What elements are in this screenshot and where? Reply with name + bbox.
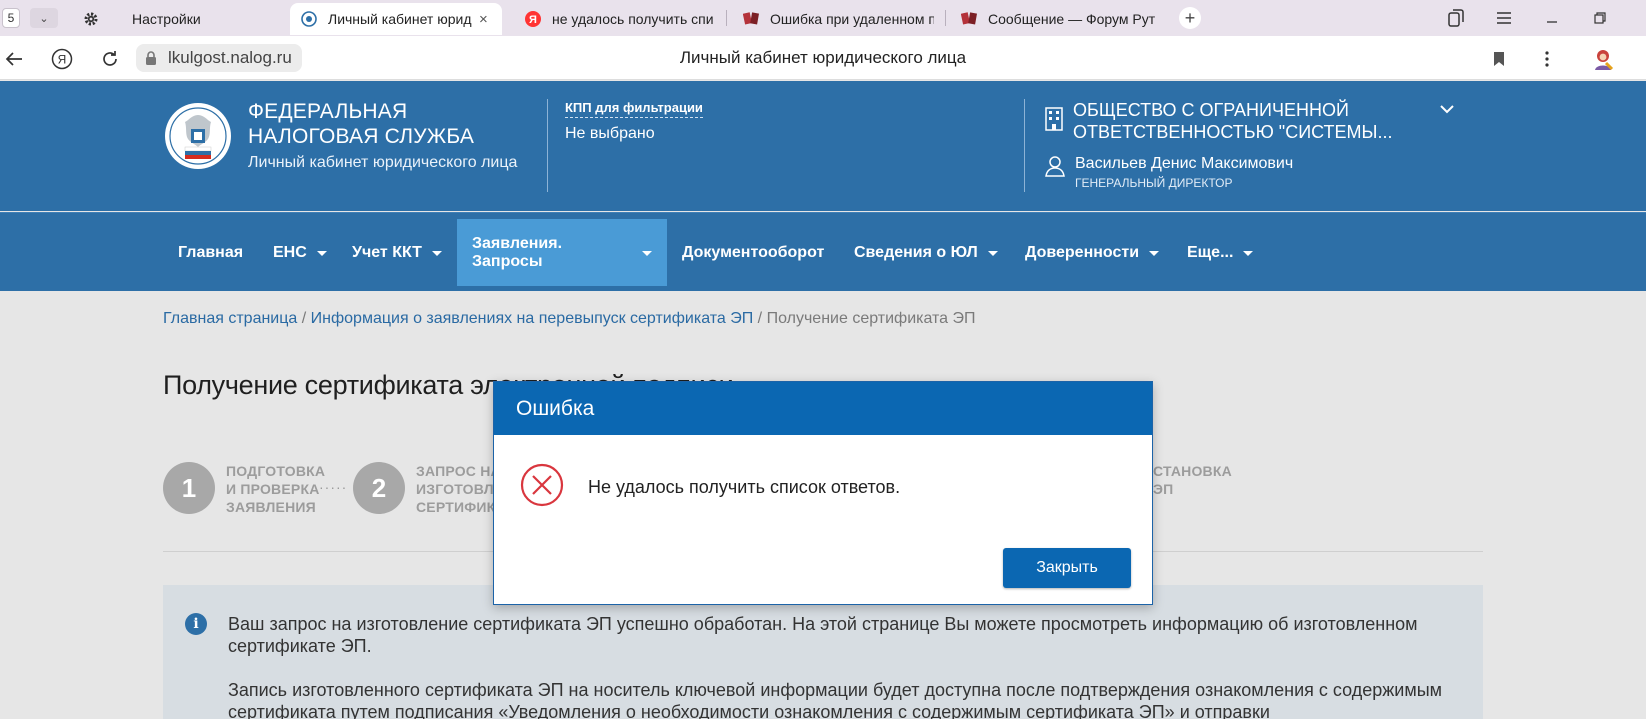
yandex-favicon-icon: Я	[524, 10, 542, 28]
tab-label: Сообщение — Форум Рут	[988, 11, 1156, 27]
kpp-filter-value[interactable]: Не выбрано	[565, 125, 655, 143]
restore-window-icon[interactable]	[1587, 6, 1613, 30]
nav-item-label: Сведения о ЮЛ	[854, 243, 978, 261]
tab-separator	[726, 10, 727, 26]
tab-lk-ul[interactable]: Личный кабинет юрид ×	[290, 3, 502, 35]
fns-title-line2: НАЛОГОВАЯ СЛУЖБА	[248, 125, 475, 148]
menu-hamburger-icon[interactable]	[1491, 6, 1517, 30]
more-vertical-icon[interactable]	[1535, 47, 1559, 71]
nav-item-more[interactable]: Еще...	[1172, 219, 1268, 286]
caret-down-icon	[642, 250, 652, 256]
bookmark-icon[interactable]	[1487, 47, 1511, 71]
forum-favicon-icon	[742, 10, 760, 28]
minimize-icon[interactable]	[1539, 6, 1565, 30]
nav-item-label: Главная	[178, 243, 244, 261]
nav-item-label: Учет ККТ	[352, 243, 422, 261]
error-x-circle-icon	[520, 463, 564, 507]
kpp-filter-label[interactable]: КПП для фильтрации	[565, 100, 703, 118]
org-name-line1: ОБЩЕСТВО С ОГРАНИЧЕННОЙ	[1073, 100, 1349, 120]
nav-item-docflow[interactable]: Документооборот	[667, 219, 839, 286]
nav-item-label: Документооборот	[682, 243, 825, 261]
nav-item-home[interactable]: Главная	[163, 219, 258, 286]
header-divider	[1024, 99, 1025, 192]
page-title-text: Личный кабинет юридического лица	[679, 48, 967, 67]
url-field[interactable]: lkulgost.nalog.ru	[136, 44, 302, 72]
nav-item-label: ЕНС	[273, 243, 307, 261]
caret-down-icon	[1243, 250, 1254, 256]
caret-down-icon	[431, 250, 442, 256]
tab-forum[interactable]: Сообщение — Форум Рут	[950, 3, 1162, 35]
main-navigation: Главная ЕНС Учет ККТ Заявления. Запросы …	[0, 212, 1646, 291]
collections-icon[interactable]	[1443, 6, 1469, 30]
tab-list-chevron-icon[interactable]: ⌄	[30, 8, 58, 28]
nav-item-label: Заявления. Запросы	[472, 234, 563, 270]
nav-item-kkt[interactable]: Учет ККТ	[337, 219, 457, 286]
svg-text:Я: Я	[58, 53, 67, 67]
error-dialog: Ошибка Не удалось получить список ответо…	[493, 381, 1153, 605]
reload-icon[interactable]	[98, 47, 122, 71]
error-dialog-header: Ошибка	[494, 382, 1152, 435]
caret-down-icon	[1149, 250, 1160, 256]
fns-subtitle: Личный кабинет юридического лица	[248, 154, 518, 171]
fns-emblem-icon[interactable]	[163, 101, 233, 171]
nav-item-power-of-attorney[interactable]: Доверенности	[1010, 219, 1174, 286]
fns-favicon-icon	[300, 10, 318, 28]
yandex-home-icon[interactable]: Я	[50, 47, 74, 71]
tab-label: Личный кабинет юрид	[328, 11, 472, 27]
fns-title[interactable]: ФЕДЕРАЛЬНАЯ НАЛОГОВАЯ СЛУЖБА	[248, 99, 474, 149]
profile-avatar-icon[interactable]	[1588, 47, 1618, 71]
caret-down-icon	[987, 250, 998, 256]
tab-label: Ошибка при удаленном п	[770, 11, 934, 27]
user-name[interactable]: Васильев Денис Максимович	[1075, 155, 1293, 173]
user-role: ГЕНЕРАЛЬНЫЙ ДИРЕКТОР	[1075, 176, 1233, 190]
close-button[interactable]: Закрыть	[1003, 548, 1131, 588]
lock-icon	[146, 51, 156, 65]
building-icon	[1045, 107, 1063, 131]
tab-remote-error[interactable]: Ошибка при удаленном п	[732, 3, 934, 35]
org-name-line2: ОТВЕТСТВЕННОСТЬЮ "СИСТЕМЫ...	[1073, 122, 1393, 142]
nav-item-label: Доверенности	[1025, 243, 1140, 261]
tab-label: Настройки	[132, 11, 201, 27]
error-dialog-title: Ошибка	[516, 396, 595, 420]
back-arrow-icon[interactable]	[2, 47, 26, 71]
tab-count-badge[interactable]: 5	[2, 8, 20, 28]
forum-favicon-icon	[960, 10, 978, 28]
error-message: Не удалось получить список ответов.	[588, 477, 901, 497]
chevron-down-icon[interactable]	[1436, 98, 1458, 120]
new-tab-plus-icon[interactable]: +	[1179, 7, 1201, 29]
site-header: ФЕДЕРАЛЬНАЯ НАЛОГОВАЯ СЛУЖБА Личный каби…	[0, 81, 1646, 211]
organization-name[interactable]: ОБЩЕСТВО С ОГРАНИЧЕННОЙ ОТВЕТСТВЕННОСТЬЮ…	[1073, 99, 1392, 143]
svg-text:Я: Я	[529, 14, 537, 26]
browser-tab-strip: 5 ⌄ Настройки Личный кабинет юрид × Я не…	[0, 0, 1646, 36]
nav-item-company-info[interactable]: Сведения о ЮЛ	[839, 219, 1013, 286]
tab-separator	[945, 10, 946, 26]
gear-icon	[82, 10, 100, 28]
tab-search-error[interactable]: Я не удалось получить спис	[514, 3, 714, 35]
error-dialog-body: Не удалось получить список ответов. Закр…	[494, 435, 1152, 605]
caret-down-icon	[316, 250, 327, 256]
fns-title-line1: ФЕДЕРАЛЬНАЯ	[248, 100, 408, 123]
tab-label: не удалось получить спис	[552, 11, 714, 27]
user-icon	[1045, 156, 1065, 177]
address-bar: Я lkulgost.nalog.ru Личный кабинет юриди…	[0, 36, 1646, 80]
nav-item-applications[interactable]: Заявления. Запросы	[457, 219, 667, 286]
tab-settings[interactable]: Настройки	[72, 3, 272, 35]
header-divider	[547, 99, 548, 192]
url-text: lkulgost.nalog.ru	[168, 48, 292, 67]
nav-item-ens[interactable]: ЕНС	[258, 219, 342, 286]
close-tab-icon[interactable]: ×	[479, 11, 488, 28]
nav-item-label: Еще...	[1187, 243, 1234, 261]
